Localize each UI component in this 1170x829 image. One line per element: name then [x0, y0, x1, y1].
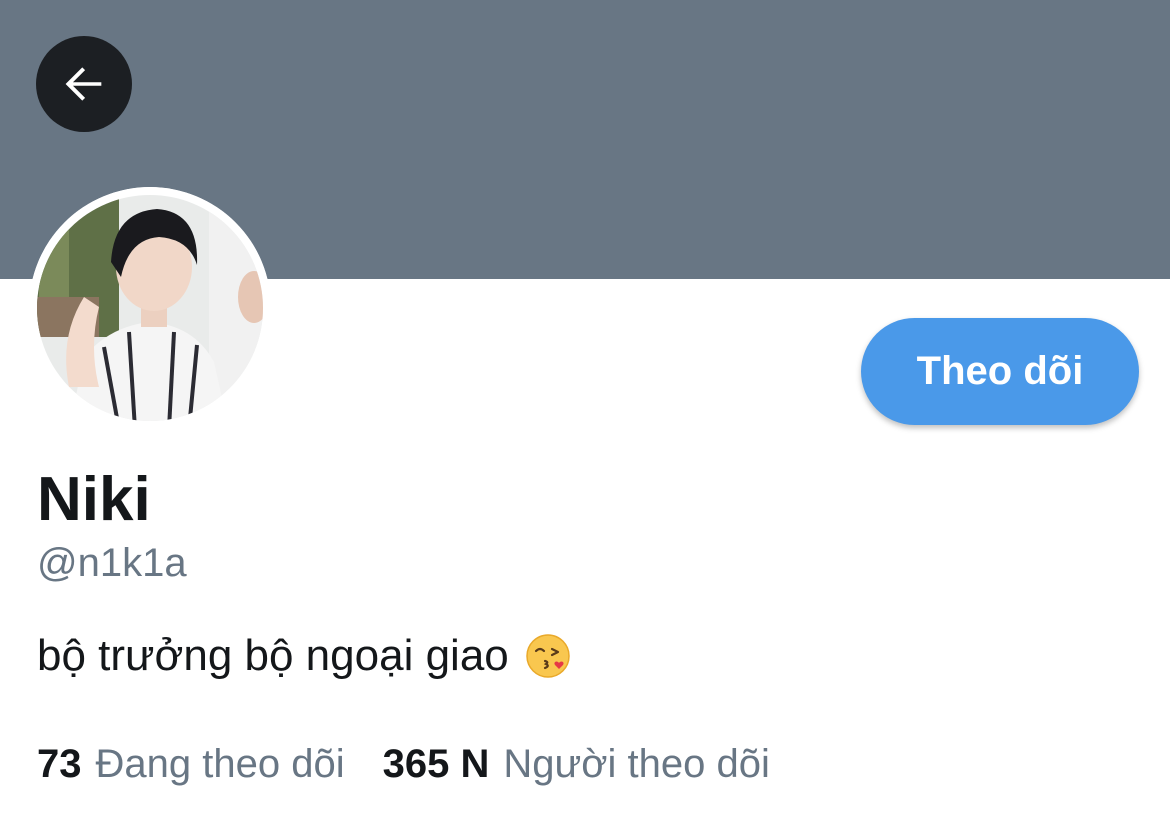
display-name: Niki	[37, 465, 151, 534]
bio: bộ trưởng bộ ngoại giao	[37, 628, 571, 684]
following-stat[interactable]: 73 Đang theo dõi	[37, 738, 345, 790]
kiss-emoji-icon	[525, 633, 571, 679]
bio-text: bộ trưởng bộ ngoại giao	[37, 631, 509, 680]
profile-page: Theo dõi Niki @n1k1a bộ trưởng bộ ngoại …	[0, 0, 1170, 829]
following-count: 73	[37, 742, 82, 786]
back-button[interactable]	[36, 36, 132, 132]
followers-count: 365 N	[382, 742, 490, 786]
following-label: Đang theo dõi	[95, 742, 345, 786]
followers-stat[interactable]: 365 N Người theo dõi	[383, 738, 770, 790]
avatar[interactable]	[29, 187, 271, 429]
profile-stats: 73 Đang theo dõi 365 N Người theo dõi	[37, 738, 770, 790]
follow-button[interactable]: Theo dõi	[861, 318, 1139, 425]
followers-label: Người theo dõi	[503, 742, 770, 786]
user-handle: @n1k1a	[37, 541, 187, 585]
arrow-left-icon	[65, 67, 102, 101]
profile-photo	[29, 187, 271, 429]
